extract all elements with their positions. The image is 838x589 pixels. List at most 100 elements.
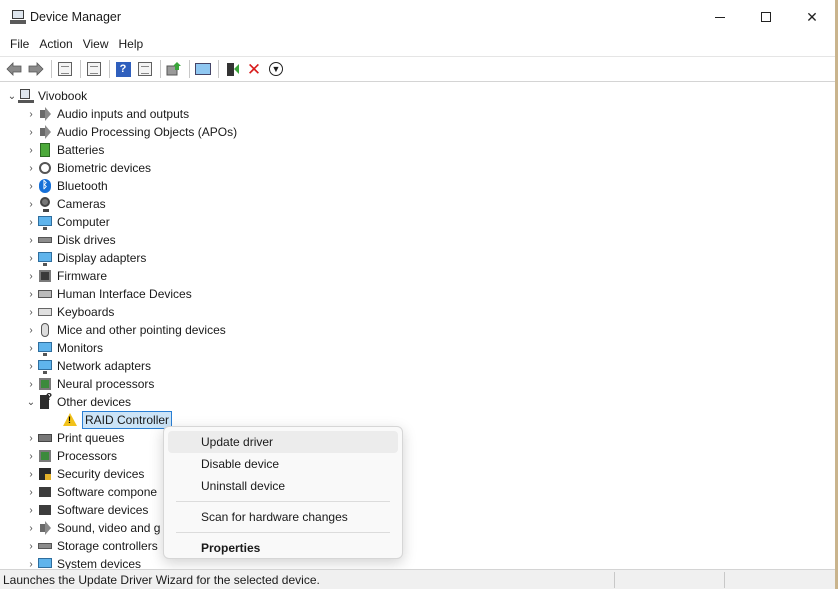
show-hide-tree-button[interactable] — [55, 59, 75, 79]
chevron-right-icon[interactable]: › — [25, 303, 37, 321]
printer-icon — [37, 430, 53, 446]
tree-item-label: Bluetooth — [57, 179, 108, 193]
chevron-right-icon[interactable]: › — [25, 447, 37, 465]
back-arrow-icon — [6, 62, 22, 76]
tree-item-print-queues[interactable]: › Print queues — [25, 429, 124, 447]
chevron-right-icon[interactable]: › — [25, 519, 37, 537]
enable-device-button[interactable] — [222, 59, 242, 79]
menu-item-disable-device[interactable]: Disable device — [168, 453, 398, 475]
tree-item-other-devices[interactable]: ⌄ Other devices — [25, 392, 131, 411]
chevron-right-icon[interactable]: › — [25, 501, 37, 519]
menu-help[interactable]: Help — [114, 34, 149, 54]
tree-item-audio-processing-objects-apos[interactable]: › Audio Processing Objects (APOs) — [25, 123, 237, 141]
chevron-right-icon[interactable]: › — [25, 357, 37, 375]
chevron-right-icon[interactable]: › — [25, 177, 37, 195]
tree-item-label: Processors — [57, 449, 118, 463]
monitor-icon — [37, 358, 53, 374]
menu-view[interactable]: View — [78, 34, 114, 54]
device-manager-app-icon — [10, 9, 26, 25]
tree-item-software-devices[interactable]: › Software devices — [25, 501, 148, 519]
minimize-button[interactable] — [697, 0, 743, 34]
toolbar-separator — [51, 60, 52, 78]
chevron-down-icon[interactable]: ⌄ — [6, 87, 18, 105]
back-button[interactable] — [4, 59, 24, 79]
properties-button[interactable] — [84, 59, 104, 79]
close-button[interactable]: ✕ — [789, 0, 835, 34]
chevron-right-icon[interactable]: › — [25, 429, 37, 447]
update-driver-icon — [166, 62, 181, 76]
tree-item-biometric-devices[interactable]: › Biometric devices — [25, 159, 151, 177]
tree-item-software-compone[interactable]: › Software compone — [25, 483, 157, 501]
maximize-button[interactable] — [743, 0, 789, 34]
tree-item-label: Sound, video and g — [57, 521, 161, 535]
menu-item-scan-hardware[interactable]: Scan for hardware changes — [168, 506, 398, 528]
generic-icon — [37, 484, 53, 500]
tree-item-keyboards[interactable]: › Keyboards — [25, 303, 114, 321]
tree-item-storage-controllers[interactable]: › Storage controllers — [25, 537, 157, 555]
chevron-right-icon[interactable]: › — [25, 375, 37, 393]
tree-item-security-devices[interactable]: › Security devices — [25, 465, 144, 483]
chevron-right-icon[interactable]: › — [25, 555, 37, 570]
tree-item-network-adapters[interactable]: › Network adapters — [25, 357, 151, 375]
uninstall-x-icon: ✕ — [246, 59, 262, 79]
chevron-right-icon[interactable]: › — [25, 159, 37, 177]
tree-item-bluetooth[interactable]: › ᛒ Bluetooth — [25, 177, 108, 195]
chevron-right-icon[interactable]: › — [25, 483, 37, 501]
uninstall-device-button[interactable]: ✕ — [244, 59, 264, 79]
chevron-right-icon[interactable]: › — [25, 195, 37, 213]
tree-item-label: Disk drives — [57, 233, 116, 247]
chevron-right-icon[interactable]: › — [25, 213, 37, 231]
disable-device-button[interactable]: ▼ — [266, 59, 286, 79]
tree-item-batteries[interactable]: › Batteries — [25, 141, 104, 159]
tree-item-monitors[interactable]: › Monitors — [25, 339, 103, 357]
tree-item-label: Batteries — [57, 143, 105, 157]
tree-item-display-adapters[interactable]: › Display adapters — [25, 249, 146, 267]
menu-item-uninstall-device[interactable]: Uninstall device — [168, 475, 398, 497]
chevron-right-icon[interactable]: › — [25, 123, 37, 141]
enable-device-icon — [227, 63, 239, 76]
chevron-right-icon[interactable]: › — [25, 465, 37, 483]
tree-item-processors[interactable]: › Processors — [25, 447, 117, 465]
menu-item-update-driver[interactable]: Update driver — [168, 431, 398, 453]
menu-file[interactable]: File — [5, 34, 34, 54]
tree-item-sound-video-and-g[interactable]: › Sound, video and g — [25, 519, 160, 537]
tree-item-audio-inputs-and-outputs[interactable]: › Audio inputs and outputs — [25, 105, 189, 123]
tree-item-computer[interactable]: › Computer — [25, 213, 110, 231]
computer-icon — [18, 88, 34, 104]
action-pane-button[interactable] — [135, 59, 155, 79]
menu-bar: File Action View Help — [0, 34, 835, 54]
tree-item-label: Audio Processing Objects (APOs) — [57, 125, 238, 139]
tree-item-cameras[interactable]: › Cameras — [25, 195, 106, 213]
chevron-right-icon[interactable]: › — [25, 141, 37, 159]
chevron-right-icon[interactable]: › — [25, 249, 37, 267]
chevron-right-icon[interactable]: › — [25, 105, 37, 123]
tree-item-label: Monitors — [57, 341, 104, 355]
chevron-down-icon[interactable]: ⌄ — [25, 393, 37, 411]
keyboard-icon — [37, 304, 53, 320]
chevron-right-icon[interactable]: › — [25, 285, 37, 303]
tree-item-label: System devices — [57, 557, 142, 569]
status-text: Launches the Update Driver Wizard for th… — [3, 572, 320, 587]
tree-item-raid-controller[interactable]: ! RAID Controller — [62, 411, 173, 429]
update-driver-button[interactable] — [164, 59, 184, 79]
chevron-right-icon[interactable]: › — [25, 321, 37, 339]
tree-item-neural-processors[interactable]: › Neural processors — [25, 375, 154, 393]
security-icon — [37, 466, 53, 482]
chevron-right-icon[interactable]: › — [25, 537, 37, 555]
scan-hardware-icon — [195, 63, 211, 75]
tree-item-disk-drives[interactable]: › Disk drives — [25, 231, 116, 249]
tree-item-human-interface-devices[interactable]: › Human Interface Devices — [25, 285, 191, 303]
chevron-right-icon[interactable]: › — [25, 267, 37, 285]
forward-button[interactable] — [26, 59, 46, 79]
tree-item-firmware[interactable]: › Firmware — [25, 267, 107, 285]
help-button[interactable]: ? — [113, 59, 133, 79]
chevron-right-icon[interactable]: › — [25, 231, 37, 249]
menu-action[interactable]: Action — [34, 34, 77, 54]
tree-root[interactable]: ⌄ Vivobook — [6, 87, 87, 105]
menu-item-properties[interactable]: Properties — [168, 537, 398, 559]
scan-hardware-button[interactable] — [193, 59, 213, 79]
chevron-right-icon[interactable]: › — [25, 339, 37, 357]
tree-item-label: Print queues — [57, 431, 125, 445]
tree-item-system-devices[interactable]: › System devices — [25, 555, 141, 569]
tree-item-mice-and-other-pointing-devices[interactable]: › Mice and other pointing devices — [25, 321, 226, 339]
